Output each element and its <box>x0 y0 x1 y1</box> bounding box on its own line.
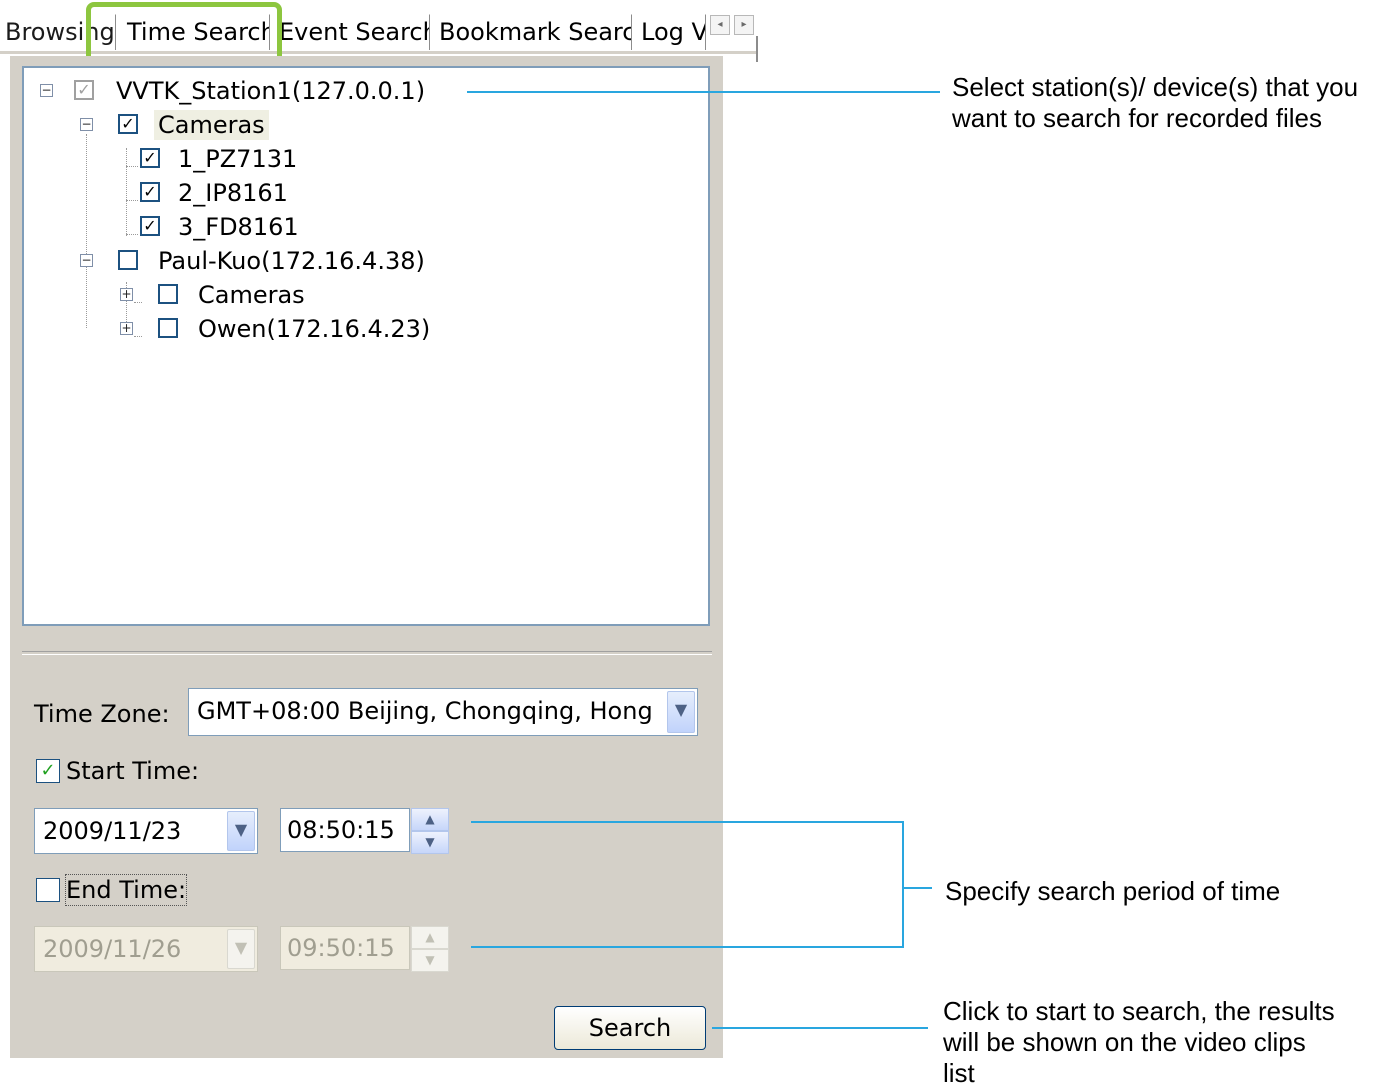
owen-label: Owen(172.16.4.23) <box>198 315 431 343</box>
annotation-line-end <box>471 946 904 948</box>
collapse-icon[interactable]: − <box>40 84 53 97</box>
spin-down-icon[interactable]: ▼ <box>411 831 449 854</box>
start-time-value: 08:50:15 <box>287 816 395 844</box>
checkbox-cameras[interactable]: ✓ <box>118 114 138 134</box>
checkbox-station2[interactable] <box>118 250 138 270</box>
end-time-checkbox[interactable] <box>36 878 60 902</box>
tree-node-cameras[interactable]: − ✓ Cameras <box>80 110 340 140</box>
annotation-line-start <box>471 821 904 823</box>
tab-scroll-left-icon[interactable]: ◂ <box>710 15 730 35</box>
end-time-label: End Time: <box>64 874 188 906</box>
tree-line <box>126 234 138 236</box>
tree-node-camera2[interactable]: ✓ 2_IP8161 <box>140 178 360 208</box>
spinner-buttons: ▲ ▼ <box>411 808 449 854</box>
tab-log-viewer[interactable]: Log Viewer <box>634 14 706 50</box>
spin-up-icon[interactable]: ▲ <box>411 926 449 949</box>
start-time-label: Start Time: <box>66 757 200 785</box>
checkbox-station2-cameras[interactable] <box>158 284 178 304</box>
tree-node-owen[interactable]: + Owen(172.16.4.23) <box>120 314 460 344</box>
annotation-line-period <box>904 887 932 889</box>
tree-node-station2-cameras[interactable]: + Cameras <box>120 280 360 310</box>
checkbox-owen[interactable] <box>158 318 178 338</box>
checkbox-camera3[interactable]: ✓ <box>140 216 160 236</box>
timezone-value: GMT+08:00 Beijing, Chongqing, Hong Kong <box>197 697 661 725</box>
expand-icon[interactable]: + <box>120 288 133 301</box>
end-date-value: 2009/11/26 <box>43 935 182 963</box>
collapse-icon[interactable]: − <box>80 254 93 267</box>
end-time-value: 09:50:15 <box>287 934 395 962</box>
station1-label: VVTK_Station1(127.0.0.1) <box>116 77 426 105</box>
start-date-value: 2009/11/23 <box>43 817 182 845</box>
tab-event-search[interactable]: Event Search <box>272 14 430 50</box>
timezone-label: Time Zone: <box>34 700 170 728</box>
tree-node-camera3[interactable]: ✓ 3_FD8161 <box>140 212 360 242</box>
tree-node-station1[interactable]: − ✓ VVTK_Station1(127.0.0.1) <box>40 76 500 106</box>
start-time-spinner[interactable]: 08:50:15 ▲ ▼ <box>280 808 449 854</box>
annotation-search-period: Specify search period of time <box>945 876 1281 906</box>
tree-line <box>126 148 128 236</box>
annotation-bracket <box>902 821 904 948</box>
station2-label: Paul-Kuo(172.16.4.38) <box>158 247 425 275</box>
annotation-line-stations <box>467 91 940 93</box>
annotation-line-search <box>712 1027 928 1029</box>
cameras-label: Cameras <box>154 110 269 140</box>
expand-icon[interactable]: + <box>120 322 133 335</box>
end-time-spinner[interactable]: 09:50:15 ▲ ▼ <box>280 926 449 972</box>
camera1-label: 1_PZ7131 <box>178 145 298 173</box>
tree-line <box>126 166 138 168</box>
device-tree[interactable]: − ✓ VVTK_Station1(127.0.0.1) − ✓ Cameras… <box>22 66 710 626</box>
tab-bookmark-search[interactable]: Bookmark Search <box>432 14 632 50</box>
tree-node-camera1[interactable]: ✓ 1_PZ7131 <box>140 144 360 174</box>
camera3-label: 3_FD8161 <box>178 213 299 241</box>
search-button[interactable]: Search <box>554 1006 706 1050</box>
checkbox-camera1[interactable]: ✓ <box>140 148 160 168</box>
tab-edge <box>756 36 758 62</box>
chevron-down-icon[interactable]: ▼ <box>227 811 255 851</box>
camera2-label: 2_IP8161 <box>178 179 288 207</box>
checkbox-station1[interactable]: ✓ <box>74 80 94 100</box>
end-date-picker[interactable]: 2009/11/26 ▼ <box>34 926 258 972</box>
annotation-click-search: Click to start to search, the results wi… <box>943 996 1335 1088</box>
collapse-icon[interactable]: − <box>80 118 93 131</box>
time-search-panel: − ✓ VVTK_Station1(127.0.0.1) − ✓ Cameras… <box>10 56 723 1058</box>
chevron-down-icon[interactable]: ▼ <box>227 929 255 969</box>
annotation-select-stations: Select station(s)/ device(s) that you wa… <box>952 72 1359 133</box>
timezone-select[interactable]: GMT+08:00 Beijing, Chongqing, Hong Kong … <box>188 688 698 736</box>
start-date-picker[interactable]: 2009/11/23 ▼ <box>34 808 258 854</box>
start-time-checkbox[interactable]: ✓ <box>36 759 60 783</box>
tree-line <box>126 200 138 202</box>
tab-scroll-right-icon[interactable]: ▸ <box>734 15 754 35</box>
tree-node-station2[interactable]: − Paul-Kuo(172.16.4.38) <box>80 246 460 276</box>
station2-cameras-label: Cameras <box>198 281 305 309</box>
spin-up-icon[interactable]: ▲ <box>411 808 449 831</box>
spin-down-icon[interactable]: ▼ <box>411 949 449 972</box>
checkbox-camera2[interactable]: ✓ <box>140 182 160 202</box>
spinner-buttons: ▲ ▼ <box>411 926 449 972</box>
divider <box>22 651 712 655</box>
chevron-down-icon[interactable]: ▼ <box>667 691 695 733</box>
tree-line <box>86 134 88 328</box>
